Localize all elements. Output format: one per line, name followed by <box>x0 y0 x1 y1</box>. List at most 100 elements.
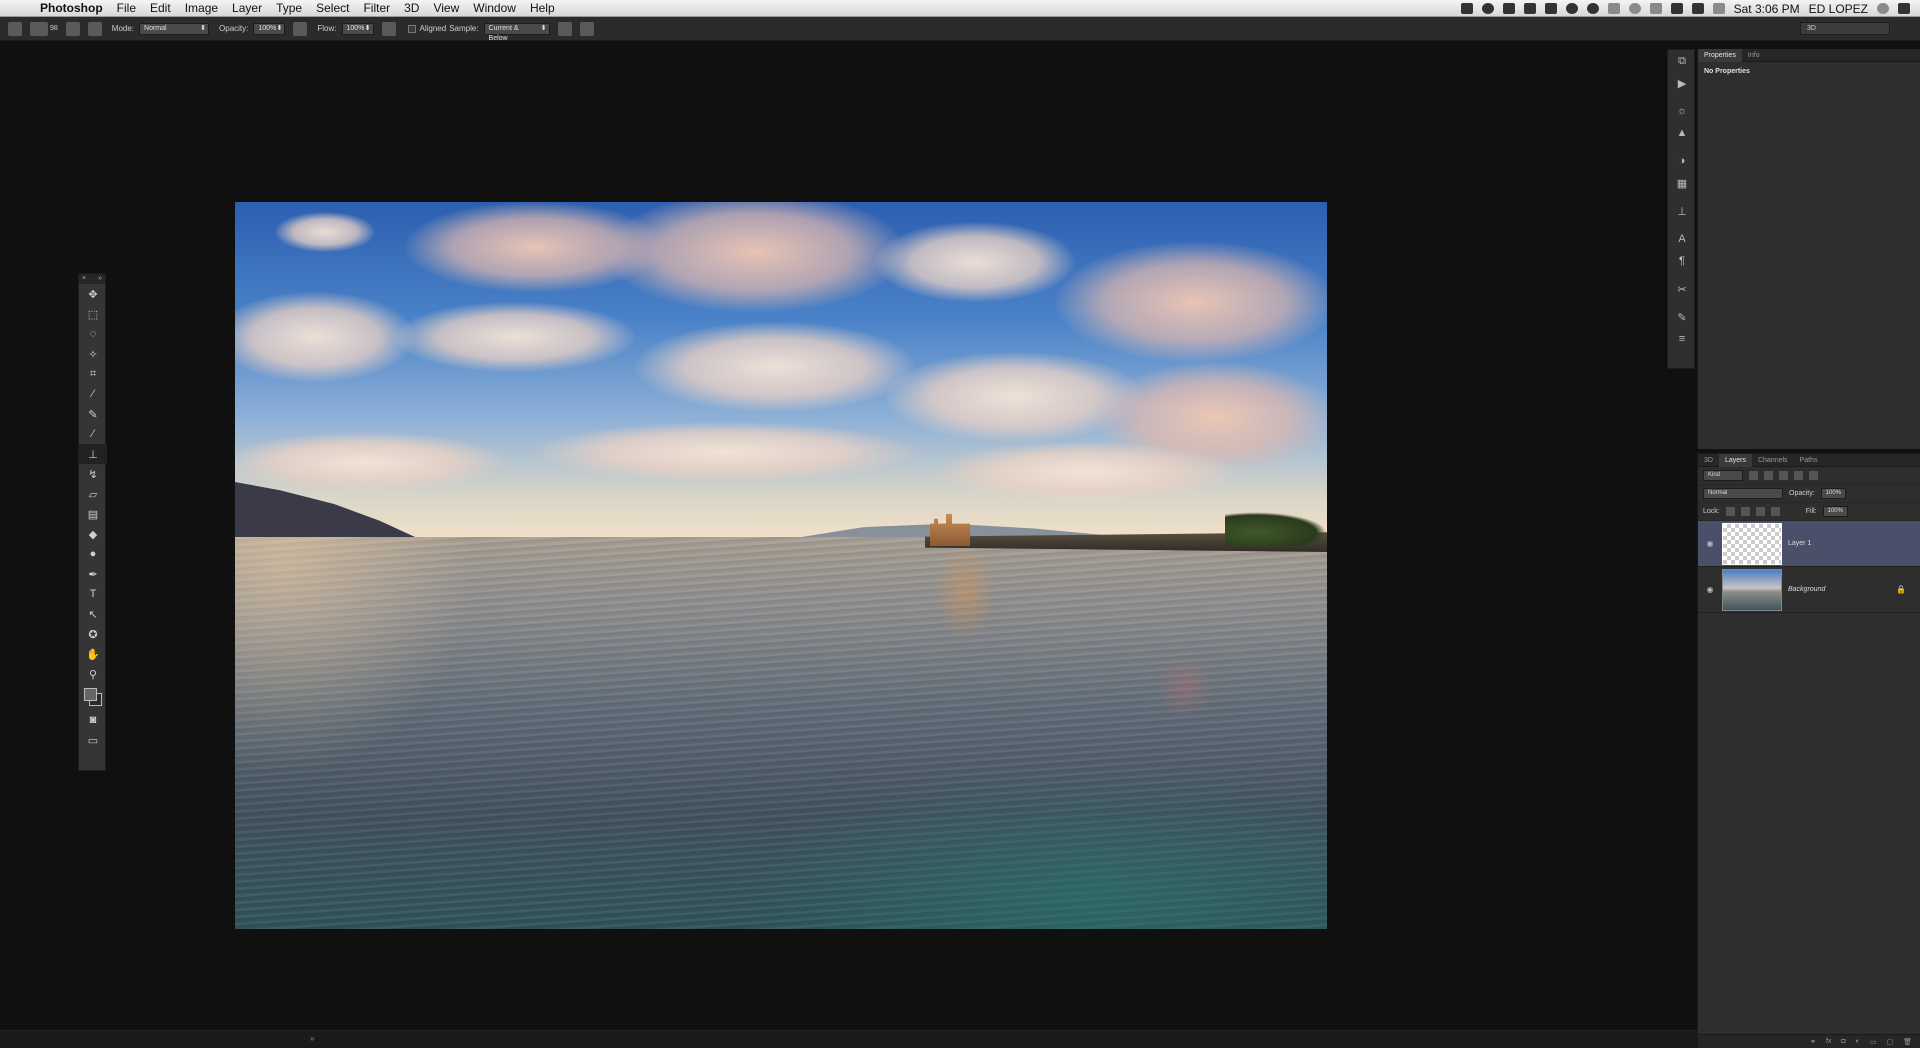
eye-icon[interactable]: ◉ <box>1698 539 1722 548</box>
tab-layers[interactable]: Layers <box>1718 453 1752 467</box>
layer-row-background[interactable]: ◉ Background 🔒 <box>1698 567 1920 613</box>
history-icon[interactable]: ⧉ <box>1668 50 1696 72</box>
lasso-tool-icon[interactable]: ◌ <box>79 324 107 344</box>
marquee-tool-icon[interactable]: ⬚ <box>79 304 107 324</box>
zoom-tool-icon[interactable]: ⚲ <box>79 664 107 684</box>
actions-icon[interactable]: ▶ <box>1668 72 1696 94</box>
document-canvas[interactable] <box>235 202 1327 929</box>
histogram-icon[interactable]: ▲ <box>1668 122 1696 144</box>
clock[interactable]: Sat 3:06 PM <box>1734 2 1800 16</box>
eraser-tool-icon[interactable]: ▱ <box>79 484 107 504</box>
hand-tool-icon[interactable]: ✋ <box>79 644 107 664</box>
volume-icon[interactable] <box>1691 3 1704 14</box>
color-icon[interactable]: ◑ <box>1668 150 1696 172</box>
character-icon[interactable]: A <box>1668 228 1696 250</box>
magic-wand-tool-icon[interactable]: ✧ <box>79 344 107 364</box>
bluetooth-app-icon[interactable] <box>1544 3 1557 14</box>
mode-select[interactable]: Normal <box>139 22 210 35</box>
time-machine-icon[interactable] <box>1628 3 1641 14</box>
layer-name[interactable]: Layer 1 <box>1788 540 1811 547</box>
battery-icon[interactable] <box>1607 3 1620 14</box>
menu-select[interactable]: Select <box>316 1 349 15</box>
lock-all-icon[interactable] <box>1770 507 1780 516</box>
tab-3d[interactable]: 3D <box>1698 454 1719 467</box>
clone-source-panel-icon[interactable]: ⊥ <box>1668 200 1696 222</box>
eyedropper-tool-icon[interactable]: ⁄ <box>79 384 107 404</box>
crop-tool-icon[interactable]: ⌗ <box>79 364 107 384</box>
pen-tool-icon[interactable]: ✒ <box>79 564 107 584</box>
sample-select[interactable]: Current & Below <box>483 22 550 42</box>
screen-mode-icon[interactable]: ▭ <box>79 730 107 750</box>
type-filter-icon[interactable] <box>1779 471 1788 480</box>
mask-icon[interactable]: ◘ <box>1841 1038 1845 1045</box>
camera-icon[interactable] <box>1460 3 1473 14</box>
fx-icon[interactable]: fx <box>1826 1038 1831 1045</box>
notification-center-icon[interactable] <box>1898 3 1910 14</box>
close-icon[interactable]: × <box>82 274 86 284</box>
eye-icon[interactable] <box>1565 3 1578 14</box>
layer-name[interactable]: Background <box>1788 586 1825 593</box>
shape-filter-icon[interactable] <box>1794 471 1803 480</box>
lock-pixels-icon[interactable] <box>1740 507 1750 516</box>
flow-field[interactable]: 100% <box>341 22 374 35</box>
menu-view[interactable]: View <box>433 1 459 15</box>
clone-stamp-tool-icon[interactable] <box>8 21 22 36</box>
brush-panel-icon[interactable]: ≡ <box>1668 328 1696 350</box>
filter-kind-select[interactable]: Kind <box>1703 470 1743 481</box>
menu-help[interactable]: Help <box>530 1 555 15</box>
clone-stamp-tool-icon[interactable]: ⊥ <box>79 444 107 464</box>
tools-panel-header[interactable]: ×» <box>79 274 105 284</box>
spotlight-icon[interactable] <box>1877 3 1889 14</box>
menu-edit[interactable]: Edit <box>150 1 171 15</box>
tab-properties[interactable]: Properties <box>1698 48 1742 62</box>
ignore-adjustment-layers-icon[interactable] <box>557 21 572 36</box>
move-tool-icon[interactable]: ✥ <box>79 284 107 304</box>
sync-icon[interactable] <box>1481 3 1494 14</box>
menu-file[interactable]: File <box>117 1 136 15</box>
adjustment-icon[interactable]: ◐ <box>1856 1038 1860 1045</box>
blur-tool-icon[interactable]: ◆ <box>79 524 107 544</box>
flag-icon[interactable] <box>1712 3 1725 14</box>
color-swatches[interactable] <box>79 684 107 710</box>
custom-shape-tool-icon[interactable]: ✪ <box>79 624 107 644</box>
folder-icon[interactable]: ▭ <box>1870 1038 1877 1046</box>
brush-presets-icon[interactable]: ✎ <box>1668 306 1696 328</box>
blend-mode-select[interactable]: Normal <box>1703 488 1783 499</box>
menu-layer[interactable]: Layer <box>232 1 262 15</box>
gradient-tool-icon[interactable]: ▤ <box>79 504 107 524</box>
apple-icon[interactable] <box>16 2 30 15</box>
tab-channels[interactable]: Channels <box>1752 454 1794 467</box>
dodge-tool-icon[interactable]: ● <box>79 544 107 564</box>
record-icon[interactable] <box>1586 3 1599 14</box>
bluetooth-icon[interactable] <box>1649 3 1662 14</box>
trash-icon[interactable]: 🗑 <box>1903 1038 1912 1046</box>
drive-icon[interactable] <box>1523 3 1536 14</box>
collapse-icon[interactable]: » <box>98 274 102 284</box>
paragraph-icon[interactable]: ¶ <box>1668 250 1696 272</box>
menu-3d[interactable]: 3D <box>404 1 419 15</box>
lock-position-icon[interactable] <box>1755 507 1765 516</box>
healing-brush-tool-icon[interactable]: ✎ <box>79 404 107 424</box>
brush-panel-icon[interactable] <box>65 21 80 36</box>
menu-filter[interactable]: Filter <box>363 1 390 15</box>
workspace-select[interactable]: 3D <box>1800 22 1890 35</box>
path-selection-tool-icon[interactable]: ↖ <box>79 604 107 624</box>
wifi-icon[interactable] <box>1670 3 1683 14</box>
tab-info[interactable]: Info <box>1742 49 1766 62</box>
pixel-filter-icon[interactable] <box>1749 471 1758 480</box>
adjustment-filter-icon[interactable] <box>1764 471 1773 480</box>
tool-presets-icon[interactable]: ✂ <box>1668 278 1696 300</box>
tab-paths[interactable]: Paths <box>1794 454 1824 467</box>
adjustments-icon[interactable]: ☼ <box>1668 100 1696 122</box>
pressure-opacity-icon[interactable] <box>293 21 308 36</box>
layer-opacity-field[interactable]: 100% <box>1820 488 1847 499</box>
brush-preset-picker[interactable] <box>30 21 48 36</box>
swatches-icon[interactable]: ▦ <box>1668 172 1696 194</box>
smart-object-filter-icon[interactable] <box>1809 471 1818 480</box>
lock-transparency-icon[interactable] <box>1725 507 1735 516</box>
dropbox-icon[interactable] <box>1502 3 1515 14</box>
menu-window[interactable]: Window <box>473 1 516 15</box>
history-brush-tool-icon[interactable]: ↯ <box>79 464 107 484</box>
user-name[interactable]: ED LOPEZ <box>1809 2 1868 16</box>
menu-app-name[interactable]: Photoshop <box>40 1 103 15</box>
